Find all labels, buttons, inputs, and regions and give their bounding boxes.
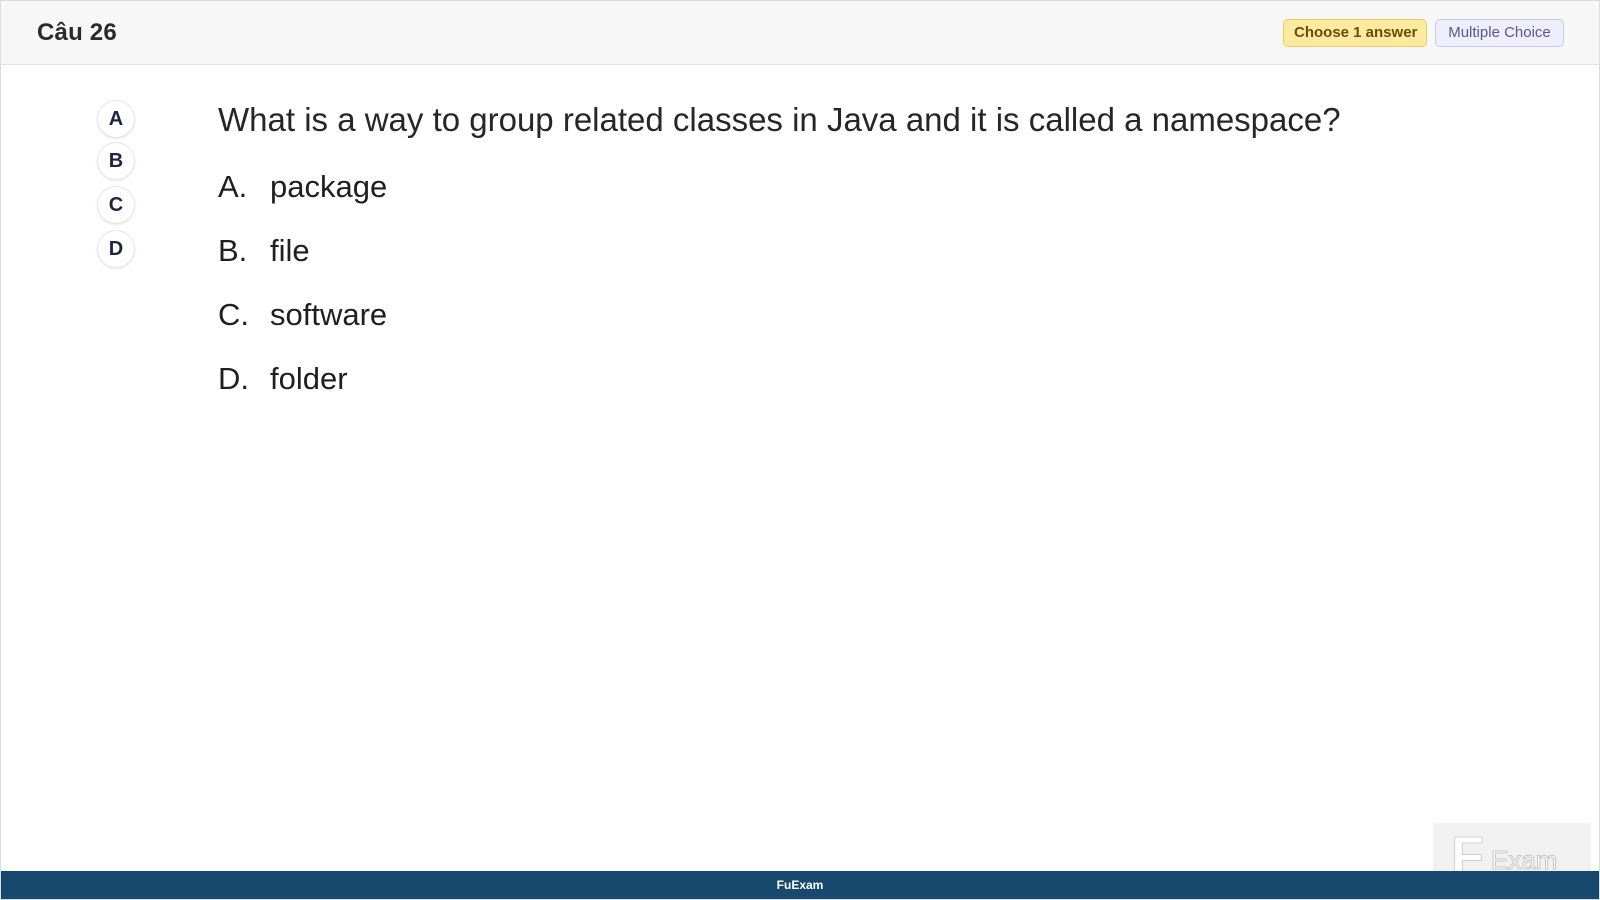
option-letter: B. bbox=[218, 233, 248, 268]
option-d[interactable]: D. folder bbox=[218, 361, 348, 405]
option-text: package bbox=[270, 169, 388, 204]
exam-frame: Câu 26 Choose 1 answer Multiple Choice A… bbox=[0, 0, 1600, 900]
option-letter: C. bbox=[218, 297, 249, 332]
choose-answer-badge: Choose 1 answer bbox=[1283, 19, 1427, 47]
option-a[interactable]: A. package bbox=[218, 169, 387, 213]
footer-brand: FuExam bbox=[776, 878, 824, 892]
question-text: What is a way to group related classes i… bbox=[218, 101, 1341, 138]
answer-selector-c[interactable]: C bbox=[98, 187, 134, 223]
option-letter: D. bbox=[218, 361, 249, 396]
footer-bar: FuExam bbox=[1, 871, 1599, 899]
option-letter: A. bbox=[218, 169, 248, 204]
option-text: file bbox=[270, 233, 310, 268]
question-type-badge: Multiple Choice bbox=[1435, 19, 1564, 47]
option-b[interactable]: B. file bbox=[218, 233, 310, 277]
option-c[interactable]: C. software bbox=[218, 297, 387, 341]
option-text: software bbox=[270, 297, 388, 332]
question-number: Câu 26 bbox=[37, 19, 117, 46]
option-text: folder bbox=[270, 361, 348, 396]
answer-selector-a[interactable]: A bbox=[98, 101, 134, 137]
question-header: Câu 26 Choose 1 answer Multiple Choice bbox=[1, 1, 1599, 65]
answer-selector-b[interactable]: B bbox=[98, 143, 134, 179]
answer-selector-d[interactable]: D bbox=[98, 231, 134, 267]
